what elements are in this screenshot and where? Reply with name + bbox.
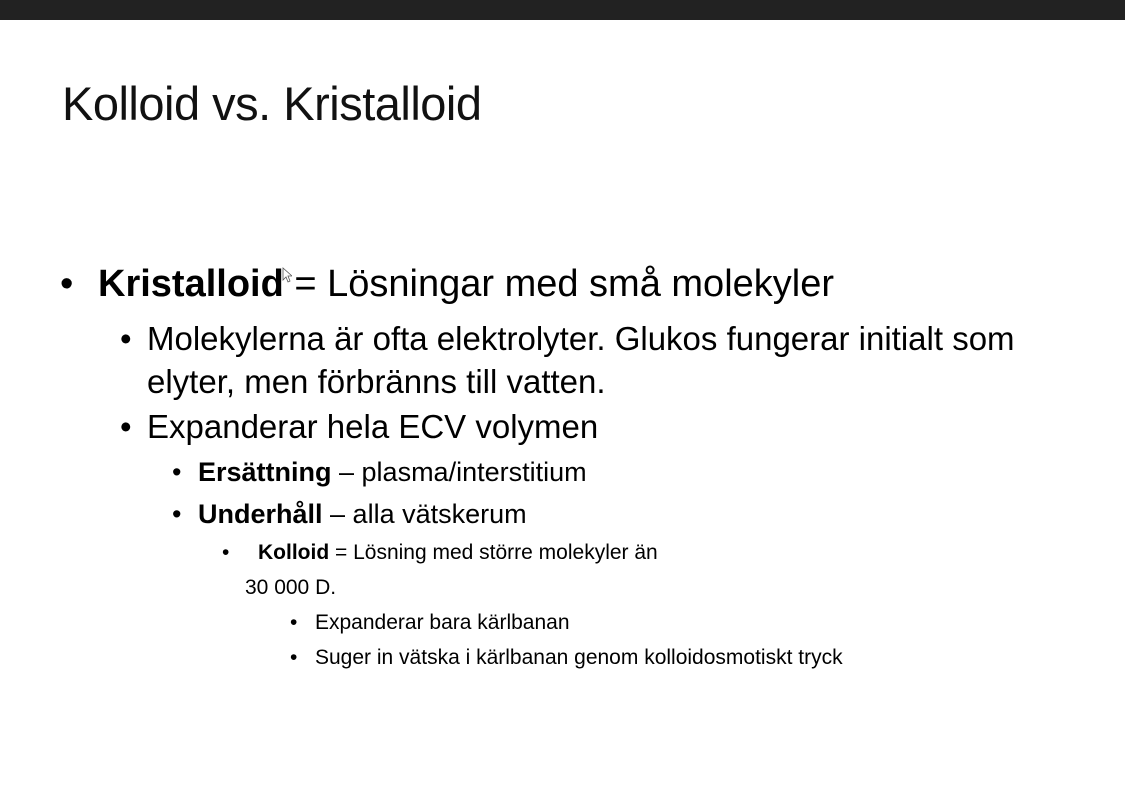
bullet-marker: • (222, 541, 230, 564)
slide: Kolloid vs. Kristalloid • Kristalloid = … (0, 20, 1125, 803)
slide-title: Kolloid vs. Kristalloid (62, 77, 482, 130)
bullet-marker: • (120, 320, 132, 357)
bullet-marker: • (172, 457, 182, 487)
definition-kolloid: = Lösning med större molekyler än (329, 541, 658, 564)
bullet-marker: • (172, 499, 182, 529)
bullet-kolloid-continuation: 30 000 D. (245, 576, 337, 599)
bullet-text: – alla vätskerum (322, 499, 527, 529)
window-top-bar (0, 0, 1125, 20)
bullet-text: – plasma/interstitium (331, 457, 587, 487)
bullet-text: Expanderar bara kärlbanan (315, 611, 570, 634)
bullet-text: Suger in vätska i kärlbanan genom kolloi… (315, 646, 843, 669)
bullet-marker: • (290, 646, 298, 669)
term-kolloid: Kolloid (258, 541, 330, 564)
definition-kristalloid: = Lösningar med små molekyler (283, 263, 834, 305)
bullet-marker: • (120, 408, 132, 445)
bullet-marker: • (290, 611, 298, 634)
term-kristalloid: Kristalloid (98, 263, 284, 305)
mouse-pointer-icon (282, 267, 292, 283)
bullet-text: Expanderar hela ECV volymen (147, 408, 599, 445)
term-underhall: Underhåll (198, 499, 323, 529)
bullet-marker: • (60, 263, 74, 305)
bullet-text: Molekylerna är ofta elektrolyter. Glukos… (147, 320, 1015, 400)
term-ersattning: Ersättning (198, 457, 332, 487)
